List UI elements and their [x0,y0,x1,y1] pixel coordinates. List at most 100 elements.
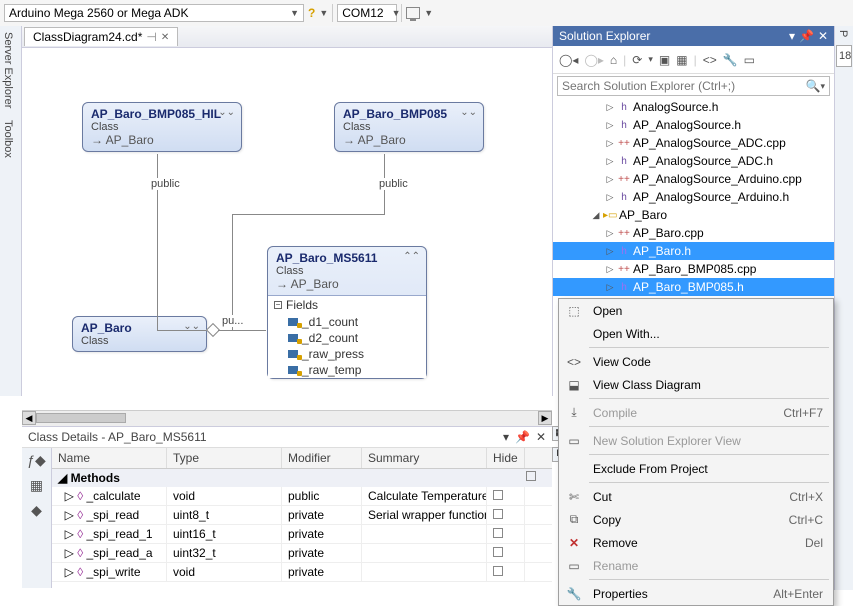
scroll-right-icon[interactable]: ▶ [538,411,552,425]
close-icon[interactable]: ✕ [161,32,169,43]
collapse-icon[interactable]: ▣ [659,53,670,67]
right-dock-strip: P 18 [834,26,853,590]
menu-item[interactable]: ✄CutCtrl+X [559,485,833,508]
menu-item[interactable]: Exclude From Project [559,457,833,480]
divider [332,4,333,22]
context-menu[interactable]: ⬚OpenOpen With... <>View Code⬓View Class … [558,298,834,606]
tab-toolbox[interactable]: Toolbox [0,114,16,164]
hide-checkbox[interactable] [526,471,536,481]
tree-item[interactable]: ▷hAP_Baro.h [553,242,834,260]
class-details-grid[interactable]: Name Type Modifier Summary Hide ◢ Method… [52,448,552,588]
menu-item[interactable]: ⧉CopyCtrl+C [559,508,833,531]
solution-search[interactable]: 🔍▾ [557,76,830,96]
board-label: Arduino Mega 2560 or Mega ADK [9,6,188,20]
panel-title-bar[interactable]: Solution Explorer ▾ 📌 ✕ [553,26,834,46]
dropdown-icon[interactable]: ▾ [503,430,509,444]
tree-item[interactable]: ▷hAP_AnalogSource_Arduino.h [553,188,834,206]
side-tool-tabs: Server Explorer Toolbox [0,26,22,396]
tree-item[interactable]: ▷hAnalogSource.h [553,98,834,116]
menu-item[interactable]: <>View Code [559,350,833,373]
menu-item[interactable]: ✕RemoveDel [559,531,833,554]
right-tab-placeholder[interactable]: P [835,26,851,41]
code-icon[interactable]: <> [703,53,717,67]
tree-item[interactable]: ▷++AP_Baro_BMP085.cpp [553,260,834,278]
forward-icon[interactable]: ◯▸ [584,53,603,67]
chevron-down-icon: ▼ [319,8,328,18]
tree-item[interactable]: ▷++AP_AnalogSource_ADC.cpp [553,134,834,152]
connector [232,214,385,215]
expand-icon[interactable]: ⌄⌄ [460,107,477,118]
method-row[interactable]: ▷ ◊ _spi_readuint8_tprivateSerial wrappe… [52,506,552,525]
method-row[interactable]: ▷ ◊ _spi_writevoidprivate [52,563,552,582]
method-row[interactable]: ▷ ◊ _spi_read_auint32_tprivate [52,544,552,563]
field-icon [288,350,298,358]
port-selector[interactable]: COM12▼ [337,4,397,22]
field-icon[interactable]: ▦ [30,477,43,494]
field-icon [288,318,298,326]
menu-item: ▭New Solution Explorer View [559,429,833,452]
solution-toolbar: ◯◂ ◯▸ ⌂ | ⟳▾ ▣ ▦ | <> 🔧 ▭ [553,46,834,74]
home-icon[interactable]: ⌂ [610,53,617,67]
close-icon[interactable]: ✕ [536,430,546,444]
chevron-down-icon: ▼ [290,8,299,18]
field-icon [288,366,298,374]
menu-item[interactable]: ⬓View Class Diagram [559,373,833,396]
board-selector[interactable]: Arduino Mega 2560 or Mega ADK ▼ [4,4,304,22]
close-icon[interactable]: ✕ [818,29,828,43]
tree-item[interactable]: ▷hAP_AnalogSource.h [553,116,834,134]
divider [401,4,402,22]
tree-item[interactable]: ▷++AP_Baro.cpp [553,224,834,242]
horizontal-scrollbar[interactable]: ◀ ▶ [22,410,552,426]
pin-icon[interactable]: 📌 [515,430,530,444]
tree-item[interactable]: ◢▸▭AP_Baro [553,206,834,224]
help-icon[interactable]: ? [308,6,315,20]
menu-item[interactable]: ⬚Open [559,299,833,322]
back-icon[interactable]: ◯◂ [559,53,578,67]
expand-icon[interactable]: ⌄⌄ [218,107,235,118]
method-icon[interactable]: ƒ◆ [27,452,46,469]
connector [232,214,233,330]
pin-icon[interactable]: ⊣ [146,30,156,44]
menu-item: ⤓CompileCtrl+F7 [559,401,833,424]
search-input[interactable] [562,79,806,93]
chevron-down-icon: ▼ [392,8,401,18]
document-area: ClassDiagram24.cd* ⊣ ✕ AP_Baro_BMP085_HI… [22,26,552,426]
class-name: AP_Baro_BMP085_HIL [91,107,233,121]
pin-icon[interactable]: 📌 [799,29,814,43]
scroll-thumb[interactable] [36,413,126,423]
tab-classdiagram[interactable]: ClassDiagram24.cd* ⊣ ✕ [24,27,178,46]
tab-server-explorer[interactable]: Server Explorer [0,26,16,114]
right-badge: 18 [836,45,852,67]
tree-item[interactable]: ▷hAP_AnalogSource_ADC.h [553,152,834,170]
monitor-icon[interactable] [406,7,420,19]
menu-item[interactable]: Open With... [559,322,833,345]
dropdown-icon[interactable]: ▾ [789,29,795,43]
field-icon [288,334,298,342]
class-details-sidebar: ƒ◆ ▦ ◆ [22,448,52,588]
collapse-icon[interactable]: ⌃⌃ [403,251,420,262]
method-row[interactable]: ▷ ◊ _calculatevoidpublicCalculate Temper… [52,487,552,506]
preview-icon[interactable]: ▭ [744,53,755,67]
class-ap-baro-bmp085-hil[interactable]: AP_Baro_BMP085_HIL Class → AP_Baro ⌄⌄ [82,102,242,152]
diagram-canvas[interactable]: AP_Baro_BMP085_HIL Class → AP_Baro ⌄⌄ AP… [22,48,552,410]
class-ap-baro[interactable]: AP_Baro Class ⌄⌄ [72,316,207,352]
class-details-panel: Class Details - AP_Baro_MS5611 ▾ 📌 ✕ ƒ◆ … [22,426,552,590]
document-tabs: ClassDiagram24.cd* ⊣ ✕ [22,26,552,48]
scroll-left-icon[interactable]: ◀ [22,411,36,425]
event-icon[interactable]: ◆ [31,502,42,519]
menu-item: ▭Rename [559,554,833,577]
class-ap-baro-bmp085[interactable]: AP_Baro_BMP085 Class → AP_Baro ⌄⌄ [334,102,484,152]
tree-item[interactable]: ▷hAP_Baro_BMP085.h [553,278,834,296]
class-details-title[interactable]: Class Details - AP_Baro_MS5611 ▾ 📌 ✕ [22,427,552,448]
tree-item[interactable]: ▷++AP_AnalogSource_Arduino.cpp [553,170,834,188]
port-label: COM12 [342,6,383,20]
tab-label: ClassDiagram24.cd* [33,30,142,44]
show-all-icon[interactable]: ▦ [676,53,687,67]
search-icon[interactable]: 🔍 [806,79,821,93]
class-ap-baro-ms5611[interactable]: AP_Baro_MS5611 Class → AP_Baro ⌃⌃ −Field… [267,246,427,379]
connector [157,330,212,331]
method-row[interactable]: ▷ ◊ _spi_read_1uint16_tprivate [52,525,552,544]
refresh-icon[interactable]: ⟳ [632,53,642,67]
properties-icon[interactable]: 🔧 [723,53,738,67]
menu-item[interactable]: 🔧PropertiesAlt+Enter [559,582,833,605]
